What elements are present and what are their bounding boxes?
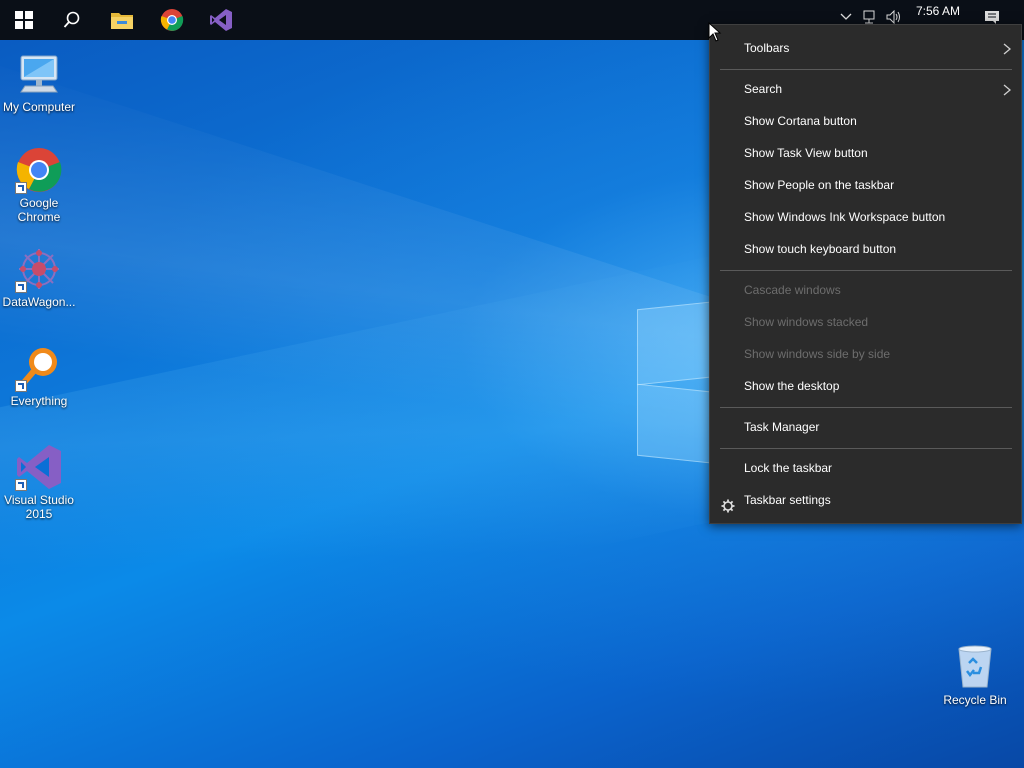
menu-item-toolbars[interactable]: Toolbars [710,32,1021,64]
shortcut-arrow-icon [15,479,27,491]
taskbar-context-menu: Toolbars Search Show Cortana button Show… [709,24,1022,524]
recycle-bin-icon [951,643,999,691]
chevron-right-icon [1003,73,1012,105]
menu-item-label: Cascade windows [744,283,841,297]
desktop-icon-label: Google Chrome [17,196,61,224]
menu-item-label: Task Manager [744,420,820,434]
mouse-cursor-icon [708,21,722,46]
everything-search-icon [15,344,63,392]
menu-item-lock-taskbar[interactable]: Lock the taskbar [710,452,1021,484]
menu-item-label: Show Windows Ink Workspace button [744,210,946,224]
windows-logo-pane [637,300,719,386]
menu-item-label: Show windows stacked [744,315,869,329]
desktop-icon-visual-studio-2015[interactable]: Visual Studio 2015 [0,443,78,521]
menu-item-label: Show touch keyboard button [744,242,897,256]
menu-item-label: Search [744,82,783,96]
menu-separator [720,69,1012,70]
menu-item-label: Show Cortana button [744,114,857,128]
menu-item-search[interactable]: Search [710,73,1021,105]
menu-item-label: Show People on the taskbar [744,178,895,192]
menu-item-label: Lock the taskbar [744,461,833,475]
menu-item-label: Show the desktop [744,379,840,393]
menu-item-show-cortana-button[interactable]: Show Cortana button [710,105,1021,137]
menu-separator [720,448,1012,449]
menu-item-show-desktop[interactable]: Show the desktop [710,370,1021,402]
windows-start-icon[interactable] [0,0,48,40]
menu-item-windows-stacked: Show windows stacked [710,306,1021,338]
desktop-icon-label: My Computer [2,100,76,114]
taskbar-clock[interactable]: 7:56 AM [908,4,968,18]
menu-item-label: Toolbars [744,41,790,55]
file-explorer-icon[interactable] [98,0,146,40]
datawagon-icon [15,245,63,293]
menu-item-cascade-windows: Cascade windows [710,274,1021,306]
menu-item-show-touch-keyboard[interactable]: Show touch keyboard button [710,233,1021,265]
shortcut-arrow-icon [15,380,27,392]
chrome-icon [15,146,63,194]
desktop-icon-everything[interactable]: Everything [0,344,78,408]
menu-item-task-manager[interactable]: Task Manager [710,411,1021,443]
shortcut-arrow-icon [15,182,27,194]
menu-item-label: Show windows side by side [744,347,891,361]
menu-item-label: Show Task View button [744,146,868,160]
menu-item-label: Taskbar settings [744,493,831,507]
menu-item-taskbar-settings[interactable]: Taskbar settings [710,484,1021,516]
windows-logo-pane [637,383,719,465]
visual-studio-icon [15,443,63,491]
menu-separator [720,270,1012,271]
desktop-icon-label: Everything [10,394,68,408]
desktop-icon-datawagon[interactable]: DataWagon... [0,245,78,309]
menu-separator [720,407,1012,408]
search-icon[interactable] [48,0,96,40]
chrome-icon[interactable] [148,0,196,40]
visual-studio-icon[interactable] [197,0,245,40]
desktop-icon-label: Recycle Bin [943,693,1007,707]
desktop-icon-label: Visual Studio 2015 [4,493,74,521]
desktop-icon-recycle-bin[interactable]: Recycle Bin [936,643,1014,707]
menu-item-show-people[interactable]: Show People on the taskbar [710,169,1021,201]
shortcut-arrow-icon [15,281,27,293]
menu-item-windows-side-by-side: Show windows side by side [710,338,1021,370]
desktop-icon-google-chrome[interactable]: Google Chrome [0,146,78,224]
desktop-icon-label: DataWagon... [2,295,76,309]
chevron-right-icon [1003,32,1012,64]
desktop-icon-my-computer[interactable]: My Computer [0,50,78,114]
gear-icon [721,493,735,525]
menu-item-show-ink-workspace[interactable]: Show Windows Ink Workspace button [710,201,1021,233]
computer-icon [15,50,63,98]
menu-item-show-task-view-button[interactable]: Show Task View button [710,137,1021,169]
